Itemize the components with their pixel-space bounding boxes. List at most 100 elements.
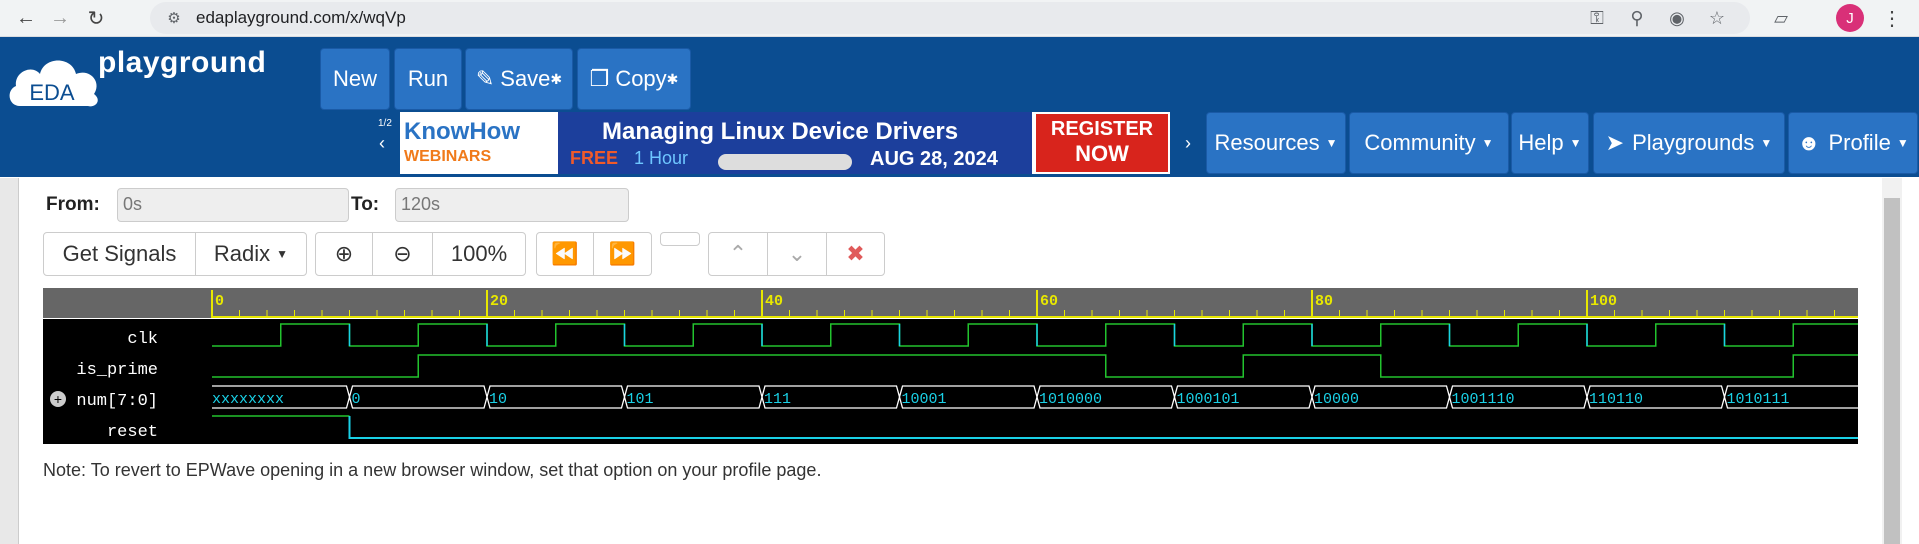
wave-num-value: 0 (352, 391, 361, 408)
nav-community[interactable]: Community ▼ (1349, 112, 1509, 174)
run-button[interactable]: Run (394, 48, 462, 110)
wave-num-value: 1001110 (1452, 391, 1515, 408)
chevron-up-icon: ⌃ (728, 241, 748, 266)
nav-help-label: Help (1518, 130, 1564, 155)
caret-down-icon: ▼ (1760, 136, 1773, 150)
logo-text[interactable]: playground (98, 46, 266, 80)
save-button[interactable]: ✎ Save ✱ (465, 48, 573, 110)
banner-next-icon[interactable]: › (1176, 112, 1200, 174)
move-down-button[interactable]: ⌄ (767, 232, 827, 276)
zoom-out-icon: ⊖ (393, 241, 412, 266)
banner-title: Managing Linux Device Drivers (602, 118, 959, 145)
banner-brand-top: KnowHow (404, 118, 520, 145)
banner-cta[interactable]: REGISTER NOW (1036, 114, 1168, 172)
nav-playgrounds-label: Playgrounds (1632, 130, 1755, 155)
back-icon[interactable]: ← (12, 4, 40, 32)
logo-cloud-icon[interactable]: EDA (6, 50, 102, 110)
webinar-banner[interactable]: KnowHow WEBINARS Managing Linux Device D… (400, 112, 1170, 174)
ruler-label: 40 (765, 293, 783, 310)
caret-down-icon: ▼ (1569, 136, 1582, 150)
ruler-label: 100 (1590, 293, 1617, 310)
run-button-label: Run (407, 66, 449, 91)
radix-dropdown[interactable]: Radix ▼ (195, 232, 307, 276)
get-signals-button[interactable]: Get Signals (43, 232, 196, 276)
banner-free: FREE (570, 148, 619, 168)
zoom-out-button[interactable]: ⊖ (372, 232, 433, 276)
copy-button-label: Copy (615, 66, 667, 91)
forward-icon[interactable]: → (46, 4, 74, 32)
wave-num-value: 111 (764, 391, 791, 408)
wave-num-value: 10000 (1314, 391, 1359, 408)
wave-bg (43, 319, 1858, 444)
extensions-icon[interactable]: ▱ (1768, 6, 1794, 30)
nav-resources-label: Resources (1214, 130, 1320, 155)
scrollbar-thumb[interactable] (1884, 198, 1900, 544)
menu-icon[interactable]: ⋮ (1878, 4, 1906, 32)
rewind-icon: ⏪ (551, 241, 579, 266)
note-text: Note: To revert to EPWave opening in a n… (43, 460, 822, 480)
nav-profile-label: Profile (1828, 130, 1891, 155)
star-icon[interactable]: ☆ (1704, 6, 1730, 30)
profile-avatar[interactable]: J (1836, 4, 1864, 32)
banner-date: AUG 28, 2024 (870, 148, 998, 170)
zoom-level[interactable]: 100% (432, 232, 526, 276)
ruler-label: 20 (490, 293, 508, 310)
fast-forward-button[interactable]: ⏩ (593, 232, 652, 276)
remove-signal-button[interactable]: ✖ (826, 232, 885, 276)
wave-num-value: xxxxxxxx (212, 391, 284, 408)
signal-name-clk[interactable]: clk (127, 330, 158, 349)
key-icon[interactable]: ⚿ (1584, 6, 1610, 30)
close-icon: ✖ (846, 241, 865, 266)
wave-num-value: 101 (627, 391, 654, 408)
reload-icon[interactable]: ↻ (82, 4, 110, 32)
from-field[interactable]: 0s (117, 188, 349, 222)
rewind-button[interactable]: ⏪ (536, 232, 594, 276)
move-up-button[interactable]: ⌃ (708, 232, 768, 276)
user-icon: ☻ (1797, 130, 1821, 155)
save-button-label: Save (500, 66, 551, 91)
zoom-icon[interactable]: ⚲ (1624, 6, 1650, 30)
wave-num-value: 1010111 (1727, 391, 1790, 408)
logo-badge: EDA (29, 80, 75, 105)
nav-resources[interactable]: Resources ▼ (1206, 112, 1346, 174)
caret-down-icon: ▼ (1325, 136, 1338, 150)
chevron-down-icon: ⌄ (787, 241, 807, 266)
nav-community-label: Community (1364, 130, 1476, 155)
zoom-in-button[interactable]: ⊕ (315, 232, 373, 276)
ruler-label: 60 (1040, 293, 1058, 310)
to-label: To: (351, 194, 380, 215)
fast-forward-icon: ⏩ (608, 241, 637, 266)
site-settings-icon[interactable]: ⚙ (164, 8, 184, 28)
ruler-bg (43, 288, 1858, 318)
pencil-icon: ✎ (475, 66, 495, 91)
copy-icon: ❐ (589, 66, 610, 91)
waveform-viewer[interactable]: 0 20 40 60 80 100 clk is_prime + num[7:0] res… (43, 288, 1858, 444)
copy-button[interactable]: ❐ Copy ✱ (577, 48, 691, 110)
signal-name-num[interactable]: num[7:0] (76, 392, 158, 411)
zoom-level-label: 100% (450, 241, 508, 266)
new-button[interactable]: New (320, 48, 390, 110)
nav-playgrounds[interactable]: ➤ Playgrounds ▼ (1593, 112, 1785, 174)
eye-off-icon[interactable]: ◉ (1664, 6, 1690, 30)
to-field[interactable]: 120s (395, 188, 629, 222)
get-signals-label: Get Signals (62, 241, 177, 266)
banner-brand-bottom: WEBINARS (404, 148, 492, 165)
signal-name-reset[interactable]: reset (107, 423, 158, 442)
zoom-in-icon: ⊕ (334, 241, 354, 266)
signal-name-is-prime[interactable]: is_prime (76, 361, 158, 380)
left-gutter (0, 178, 18, 544)
banner-middle: Managing Linux Device Drivers FREE 1 Hou… (558, 112, 1032, 174)
from-label: From: (46, 194, 100, 215)
wave-num-value: 10 (489, 391, 507, 408)
radix-label: Radix (213, 241, 271, 266)
ruler-label: 80 (1315, 293, 1333, 310)
expand-plus: + (54, 391, 62, 407)
banner-cta-bottom: NOW (1075, 141, 1129, 166)
banner-dots (718, 154, 852, 170)
empty-button[interactable] (660, 232, 700, 246)
banner-brand: KnowHow WEBINARS (400, 112, 558, 174)
new-button-label: New (332, 66, 377, 91)
url-text[interactable]: edaplayground.com/x/wqVp (196, 8, 406, 28)
nav-help[interactable]: Help ▼ (1511, 112, 1589, 174)
nav-profile[interactable]: ☻ Profile ▼ (1788, 112, 1918, 174)
